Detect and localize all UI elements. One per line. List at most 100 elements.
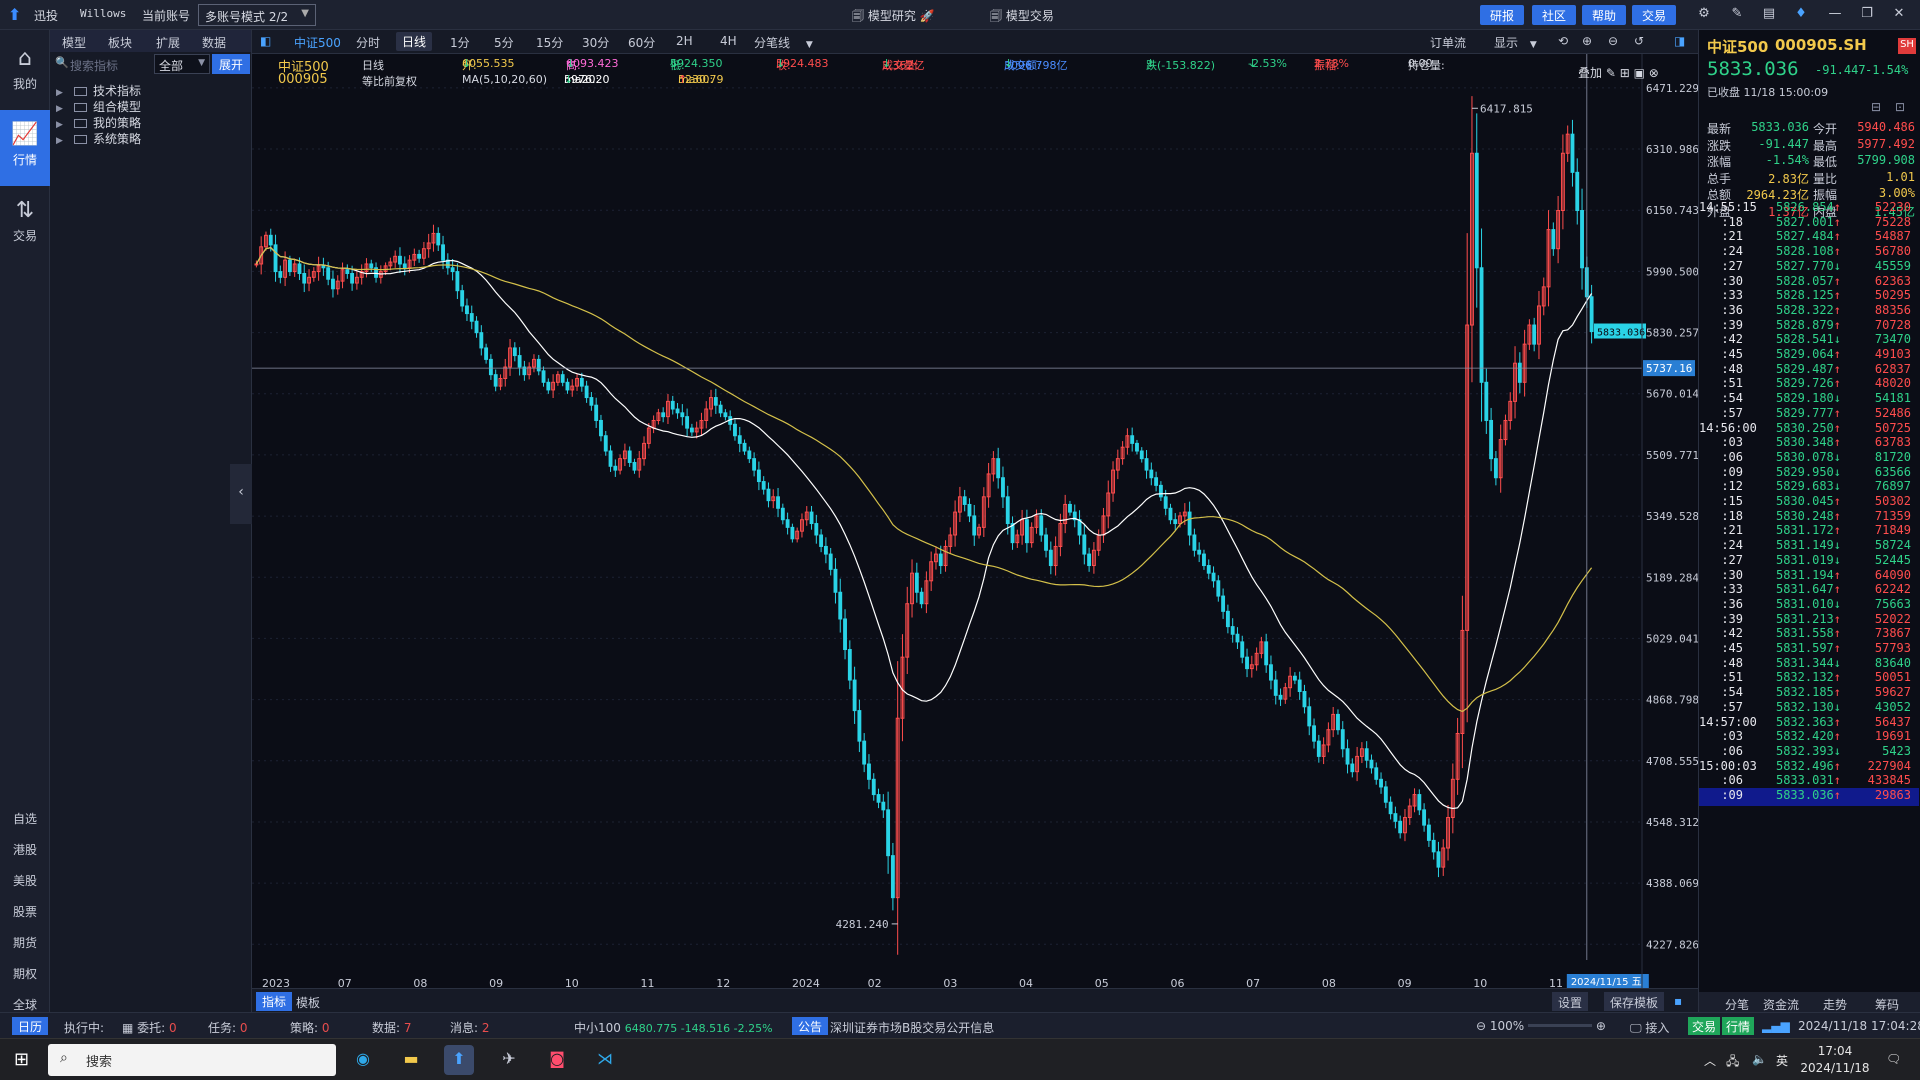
tab-model[interactable]: 模型 xyxy=(62,34,86,51)
period-1min[interactable]: 1分 xyxy=(450,34,470,51)
volume-icon[interactable]: 🔈 xyxy=(1752,1052,1767,1066)
tab-extension[interactable]: 扩展 xyxy=(156,34,180,51)
market-stocks[interactable]: 股票 xyxy=(0,903,50,920)
period-15min[interactable]: 15分 xyxy=(536,34,563,51)
user-name[interactable]: Willows xyxy=(80,7,126,20)
tab-model-research[interactable]: 🗐 模型研究 🚀 xyxy=(852,7,935,28)
access-status[interactable]: 🖵 接入 xyxy=(1630,1019,1669,1036)
trade-status-badge[interactable]: 交易 xyxy=(1688,1017,1721,1035)
minimize-icon[interactable]: — xyxy=(1826,6,1844,24)
market-futures[interactable]: 期货 xyxy=(0,934,50,951)
nav-mine[interactable]: ⌂ 我的 xyxy=(0,34,50,110)
tab-data[interactable]: 数据 xyxy=(202,34,226,51)
tree-item-my-strategies[interactable]: ▶ 我的策略 xyxy=(56,114,141,130)
notification-icon[interactable]: 🗨 xyxy=(1886,1052,1901,1066)
help-button[interactable]: 帮助 xyxy=(1582,5,1627,25)
panel-toggle-icon[interactable]: ◨ xyxy=(1674,34,1685,48)
tab-indicators[interactable]: 指标 xyxy=(256,992,293,1011)
network-icon[interactable]: 🖧 xyxy=(1726,1052,1739,1073)
zoom-out-icon[interactable]: ⊖ xyxy=(1476,1019,1486,1033)
data-status[interactable]: 数据: 7 xyxy=(372,1019,412,1036)
kline-chart[interactable]: 6471.229 6310.986 6150.743 5990.500 5830.257… xyxy=(252,54,1698,988)
camera-app-icon[interactable]: ◙ xyxy=(542,1045,572,1075)
nav-trade[interactable]: ⇅ 交易 xyxy=(0,186,50,262)
xuntou-app-icon[interactable]: ⬆ xyxy=(444,1045,474,1075)
zoom-in-icon[interactable]: ⊕ xyxy=(1596,1019,1606,1033)
zoom-slider[interactable] xyxy=(1528,1024,1593,1027)
zoom-in-icon[interactable]: ⊕ xyxy=(1582,34,1592,48)
tab-model-trade[interactable]: 🗐 模型交易 xyxy=(990,7,1054,28)
file-explorer-icon[interactable]: ▬ xyxy=(396,1045,426,1075)
expand-button[interactable]: 展开 xyxy=(212,54,250,74)
display-menu[interactable]: 显示 ▼ xyxy=(1494,34,1537,51)
task-status[interactable]: 任务: 0 xyxy=(208,1019,248,1036)
collapse-panel-button[interactable]: ‹ xyxy=(230,464,252,524)
chart-symbol[interactable]: 中证500 xyxy=(294,34,341,51)
minimize-panel-icon[interactable]: ⊟ xyxy=(1871,100,1881,114)
app-icon[interactable]: ✈ xyxy=(494,1045,524,1075)
save-template-button[interactable]: 保存模板 xyxy=(1604,992,1665,1011)
market-us[interactable]: 美股 xyxy=(0,872,50,889)
tab-capital-flow[interactable]: 资金流 xyxy=(1763,996,1799,1013)
tree-item-tech-indicators[interactable]: ▶ 技术指标 xyxy=(56,82,141,98)
tab-trend[interactable]: 走势 xyxy=(1823,996,1847,1013)
strategy-status[interactable]: 策略: 0 xyxy=(290,1019,330,1036)
tab-sector[interactable]: 板块 xyxy=(108,34,132,51)
period-2h[interactable]: 2H xyxy=(676,34,693,48)
tree-item-system-strategies[interactable]: ▶ 系统策略 xyxy=(56,130,141,146)
ime-indicator[interactable]: 英 xyxy=(1776,1052,1788,1069)
windows-start-icon[interactable]: ⊞ xyxy=(14,1049,29,1070)
period-tick-line[interactable]: 分笔线 ▼ xyxy=(754,34,813,51)
community-button[interactable]: 社区 xyxy=(1532,5,1577,25)
layout-icon[interactable]: ▤ xyxy=(1760,6,1778,24)
overlay-button[interactable]: 叠加 ✎ ⊞ ▣ ⊗ xyxy=(1578,64,1659,81)
period-daily[interactable]: 日线 xyxy=(396,32,433,51)
report-button[interactable]: 研报 xyxy=(1480,5,1525,25)
period-4h[interactable]: 4H xyxy=(720,34,737,48)
tab-ticks[interactable]: 分笔 xyxy=(1725,996,1749,1013)
entrust-status[interactable]: ▦ 委托: 0 xyxy=(122,1019,177,1036)
tab-templates[interactable]: 模板 xyxy=(296,994,320,1011)
tab-chips[interactable]: 筹码 xyxy=(1875,996,1899,1013)
tree-item-combo-models[interactable]: ▶ 组合模型 xyxy=(56,98,141,114)
zoom-control[interactable]: ⊖ 100% ⊕ xyxy=(1476,1019,1606,1033)
person-icon[interactable]: ⊡ xyxy=(1895,100,1905,114)
quote-status-badge[interactable]: 行情 xyxy=(1722,1017,1755,1035)
refresh-icon[interactable]: ⟲ xyxy=(1558,34,1568,48)
dock-icon[interactable]: ▪ xyxy=(1674,994,1682,1008)
calendar-button[interactable]: 日历 xyxy=(12,1017,49,1035)
vscode-icon[interactable]: ⋊ xyxy=(590,1045,620,1075)
period-intraday[interactable]: 分时 xyxy=(356,34,380,51)
shirt-icon[interactable]: ♦ xyxy=(1792,6,1810,24)
market-global[interactable]: 全球 xyxy=(0,996,50,1013)
period-30min[interactable]: 30分 xyxy=(582,34,609,51)
trade-button[interactable]: 交易 xyxy=(1632,5,1677,25)
restore-icon[interactable]: ❐ xyxy=(1858,6,1876,24)
market-options[interactable]: 期权 xyxy=(0,965,50,982)
notice-text[interactable]: 深圳证券市场B股交易公开信息 xyxy=(830,1019,994,1036)
reset-icon[interactable]: ↺ xyxy=(1634,34,1644,48)
order-flow-button[interactable]: 订单流 xyxy=(1430,34,1466,51)
indicator-search-input[interactable]: 🔍 搜索指标 xyxy=(52,54,152,74)
message-status[interactable]: 消息: 2 xyxy=(450,1019,490,1036)
taskbar-search[interactable]: ⌕ 搜索 xyxy=(48,1044,336,1076)
market-watchlist[interactable]: 自选 xyxy=(0,810,50,827)
edit-icon[interactable]: ✎ xyxy=(1728,6,1746,24)
close-icon[interactable]: ✕ xyxy=(1890,6,1908,24)
tick-row[interactable]: :09 5833.036↑ 29863 xyxy=(1699,788,1919,806)
market-hk[interactable]: 港股 xyxy=(0,841,50,858)
zoom-out-icon[interactable]: ⊖ xyxy=(1608,34,1618,48)
settings-button[interactable]: 设置 xyxy=(1552,992,1589,1011)
tray-chevron-icon[interactable]: ︿ xyxy=(1704,1052,1716,1069)
filter-select[interactable]: 全部 ▼ xyxy=(154,54,210,74)
account-mode-select[interactable]: 多账号模式 2/2 ▼ xyxy=(198,4,316,26)
close-icon[interactable]: ⊗ xyxy=(1649,66,1659,80)
edge-browser-icon[interactable]: ◉ xyxy=(348,1045,378,1075)
gear-icon[interactable]: ⚙ xyxy=(1695,6,1713,24)
index-ticker[interactable]: 中小100 6480.775 -148.516 -2.25% xyxy=(574,1019,773,1036)
taskbar-clock[interactable]: 17:04 2024/11/18 xyxy=(1800,1043,1870,1077)
nav-quotes[interactable]: 📈 行情 xyxy=(0,110,50,186)
period-5min[interactable]: 5分 xyxy=(494,34,514,51)
sidebar-toggle-icon[interactable]: ◧ xyxy=(260,34,271,48)
period-60min[interactable]: 60分 xyxy=(628,34,655,51)
